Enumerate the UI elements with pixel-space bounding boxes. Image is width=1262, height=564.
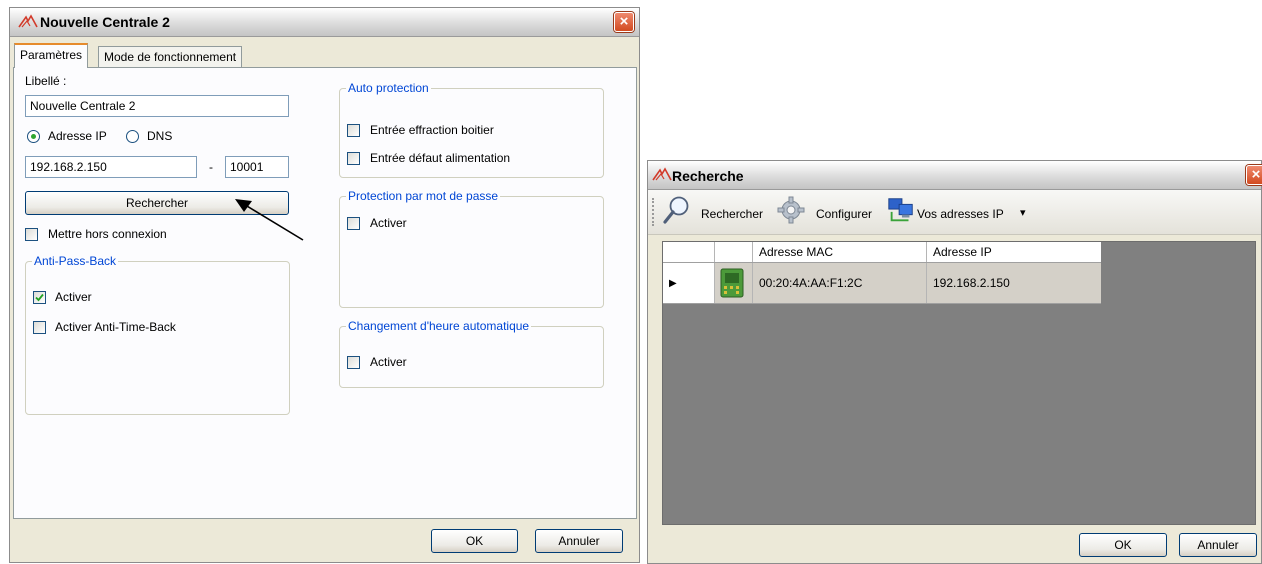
ok-button[interactable]: OK <box>431 529 518 553</box>
antipassback-legend: Anti-Pass-Back <box>32 254 119 268</box>
icon-column-header <box>715 242 753 262</box>
toolbar: Rechercher Configurer Vos adresses IP ▾ <box>648 190 1261 235</box>
cancel-button[interactable]: Annuler <box>535 529 623 553</box>
table-row[interactable]: ▶ 00:20:4A:AA:F1:2C 192.168.2.150 <box>663 263 1101 304</box>
dst-group: Changement d'heure automatique Activer <box>339 319 604 388</box>
toolbar-search-button[interactable]: Rechercher <box>701 207 763 221</box>
password-activer-checkbox[interactable] <box>347 217 360 230</box>
ip-cell: 192.168.2.150 <box>933 276 1010 290</box>
port-separator: - <box>209 160 213 174</box>
device-icon-cell <box>715 263 753 303</box>
antipassback-group: Anti-Pass-Back Activer Activer Anti-Time… <box>25 254 290 415</box>
gear-icon[interactable] <box>777 196 805 224</box>
effraction-boitier-label: Entrée effraction boitier <box>370 123 494 137</box>
mac-cell: 00:20:4A:AA:F1:2C <box>753 263 927 303</box>
antitimeback-label: Activer Anti-Time-Back <box>55 320 176 334</box>
password-legend: Protection par mot de passe <box>346 189 501 203</box>
checkmark-icon <box>35 293 44 302</box>
network-computers-icon[interactable] <box>886 194 916 226</box>
nouvelle-centrale-window: Nouvelle Centrale 2 × Paramètres Mode de… <box>9 7 640 563</box>
row-indicator: ▶ <box>663 263 715 303</box>
dns-radio[interactable] <box>126 130 139 143</box>
antitimeback-checkbox[interactable] <box>33 321 46 334</box>
password-activer-label: Activer <box>370 216 407 230</box>
antipassback-activer-label: Activer <box>55 290 92 304</box>
password-group: Protection par mot de passe Activer <box>339 189 604 308</box>
libelle-field[interactable]: Nouvelle Centrale 2 <box>25 95 289 117</box>
autoprotection-legend: Auto protection <box>346 81 431 95</box>
defaut-alimentation-label: Entrée défaut alimentation <box>370 151 511 165</box>
ip-address-field[interactable]: 192.168.2.150 <box>25 156 197 178</box>
grid-header: Adresse MAC Adresse IP <box>663 242 1101 263</box>
toolbar-configure-button[interactable]: Configurer <box>816 207 872 221</box>
title-bar[interactable]: Recherche × <box>648 161 1262 190</box>
defaut-alimentation-checkbox[interactable] <box>347 152 360 165</box>
adresse-ip-label: Adresse IP <box>48 129 107 143</box>
offline-checkbox[interactable] <box>25 228 38 241</box>
ip-column-header[interactable]: Adresse IP <box>927 242 1101 262</box>
row-indicator-icon: ▶ <box>669 278 677 289</box>
app-logo-icon <box>18 14 38 28</box>
device-board-icon <box>720 268 744 298</box>
tab-mode-fonctionnement[interactable]: Mode de fonctionnement <box>98 46 243 68</box>
window-title: Recherche <box>672 168 744 184</box>
mac-column-header[interactable]: Adresse MAC <box>753 242 927 262</box>
close-button[interactable]: × <box>1246 165 1262 185</box>
dst-activer-checkbox[interactable] <box>347 356 360 369</box>
offline-label: Mettre hors connexion <box>48 227 167 241</box>
dst-legend: Changement d'heure automatique <box>346 319 532 333</box>
results-grid[interactable]: Adresse MAC Adresse IP ▶ 00:20:4A:AA:F1:… <box>662 241 1256 525</box>
app-logo-icon <box>652 167 672 181</box>
cancel-button[interactable]: Annuler <box>1179 533 1257 557</box>
title-bar[interactable]: Nouvelle Centrale 2 × <box>10 8 639 37</box>
tab-parametres[interactable]: Paramètres <box>14 43 89 68</box>
ok-button[interactable]: OK <box>1079 533 1167 557</box>
row-header-corner <box>663 242 715 262</box>
effraction-boitier-checkbox[interactable] <box>347 124 360 137</box>
window-title: Nouvelle Centrale 2 <box>40 14 170 30</box>
libelle-label: Libellé : <box>25 74 67 88</box>
dns-label: DNS <box>147 129 173 143</box>
recherche-window: Recherche × Rechercher Configurer Vos ad… <box>647 160 1262 564</box>
close-button[interactable]: × <box>614 12 634 32</box>
tab-panel-parametres: Libellé : Nouvelle Centrale 2 Adresse IP… <box>13 67 637 519</box>
chevron-down-icon[interactable]: ▾ <box>1020 206 1026 219</box>
dst-activer-label: Activer <box>370 355 407 369</box>
port-field[interactable]: 10001 <box>225 156 289 178</box>
autoprotection-group: Auto protection Entrée effraction boitie… <box>339 81 604 178</box>
toolbar-ip-addresses-button[interactable]: Vos adresses IP <box>917 207 1004 221</box>
adresse-ip-radio[interactable] <box>27 130 40 143</box>
pointer-arrow-icon <box>235 199 304 241</box>
toolbar-grip <box>652 198 654 226</box>
magnifier-icon[interactable] <box>662 195 690 225</box>
antipassback-activer-checkbox[interactable] <box>33 291 46 304</box>
